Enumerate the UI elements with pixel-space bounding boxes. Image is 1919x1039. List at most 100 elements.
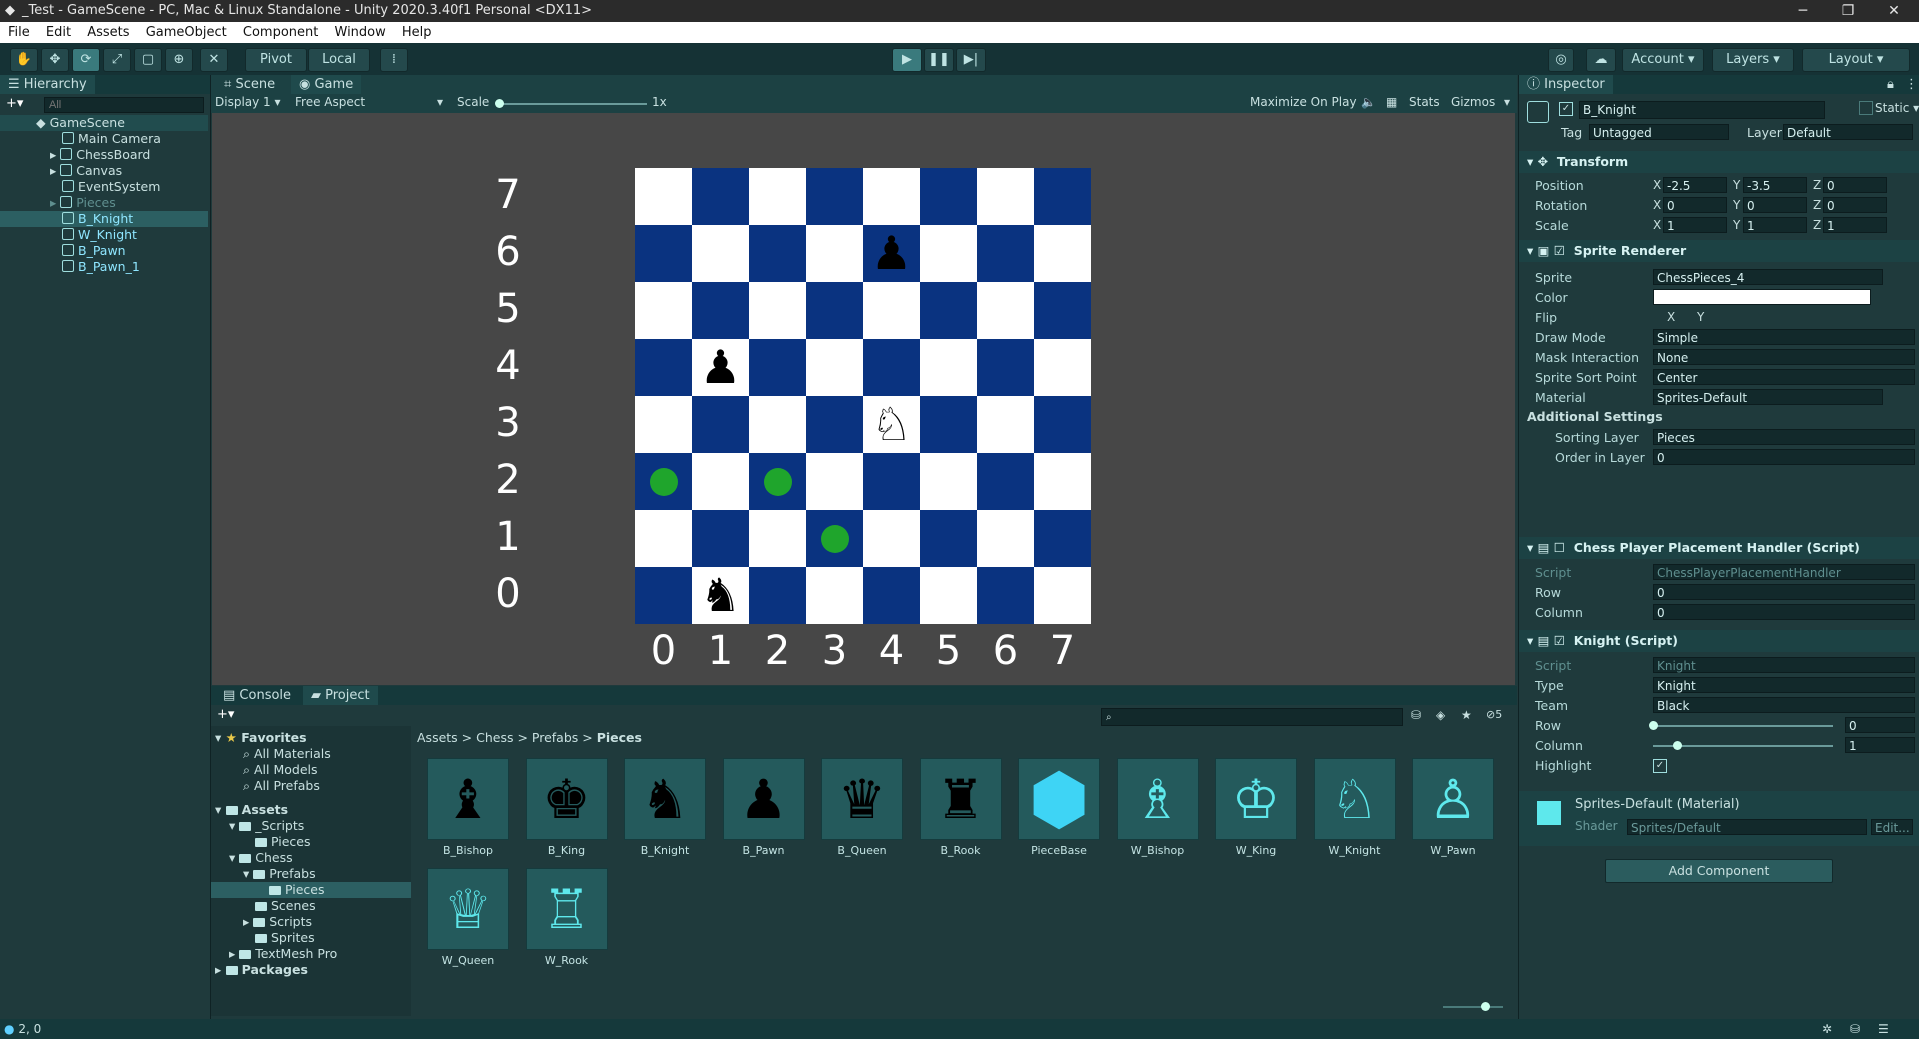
move-highlight-dot[interactable]	[820, 524, 849, 553]
board-square[interactable]	[1034, 339, 1091, 396]
board-square[interactable]	[806, 339, 863, 396]
row-slider-thumb[interactable]	[1649, 721, 1658, 730]
board-square[interactable]	[863, 567, 920, 624]
folder-item[interactable]: ▾ _Scripts	[229, 818, 304, 834]
hierarchy-item[interactable]: B_Pawn	[0, 243, 208, 259]
column-slider-thumb[interactable]	[1673, 741, 1682, 750]
add-icon[interactable]: +▾	[6, 96, 23, 111]
create-icon[interactable]: +▾	[217, 707, 234, 722]
asset-item[interactable]: ♙ W_Pawn	[1408, 758, 1498, 857]
board-square[interactable]	[806, 168, 863, 225]
folder-item[interactable]: Sprites	[255, 930, 315, 946]
custom-tool-icon[interactable]: ✕	[200, 48, 228, 72]
debug-icon[interactable]: ✲	[1822, 1019, 1832, 1039]
board-square[interactable]	[806, 567, 863, 624]
assets-root[interactable]: ▾ Assets	[215, 802, 288, 818]
asset-item[interactable]: ♘ W_Knight	[1310, 758, 1400, 857]
step-button[interactable]: ▶|	[956, 48, 986, 72]
board-square[interactable]	[749, 225, 806, 282]
board-square[interactable]	[977, 168, 1034, 225]
board-square[interactable]	[977, 510, 1034, 567]
sprite-field[interactable]: ChessPieces_4	[1653, 269, 1883, 285]
board-square[interactable]	[920, 225, 977, 282]
hand-tool-icon[interactable]: ✋	[10, 48, 38, 72]
asset-item[interactable]: ⬢ PieceBase	[1014, 758, 1104, 857]
zoom-slider-thumb[interactable]	[1481, 1002, 1490, 1011]
favorites-header[interactable]: ▾ ★ Favorites	[215, 730, 307, 746]
board-square[interactable]	[920, 567, 977, 624]
mute-audio-icon[interactable]: 🔈	[1361, 95, 1376, 109]
board-square[interactable]	[920, 282, 977, 339]
rect-tool-icon[interactable]: ▢	[134, 48, 162, 72]
board-square[interactable]	[635, 168, 692, 225]
board-square[interactable]	[920, 396, 977, 453]
move-highlight-dot[interactable]	[763, 467, 792, 496]
game-view[interactable]: 76543210 ♟ ♟ ♘ ♞ 01234567	[212, 113, 1515, 685]
board-square[interactable]	[749, 339, 806, 396]
row-field[interactable]: 0	[1653, 584, 1915, 600]
board-square[interactable]	[692, 396, 749, 453]
board-square[interactable]	[635, 225, 692, 282]
board-square[interactable]	[920, 453, 977, 510]
board-square[interactable]	[692, 510, 749, 567]
menu-component[interactable]: Component	[243, 25, 318, 40]
position-z-field[interactable]: 0	[1823, 177, 1887, 193]
gizmos-toggle[interactable]: Gizmos	[1451, 95, 1495, 109]
asset-item[interactable]: ♗ W_Bishop	[1113, 758, 1203, 857]
object-name-field[interactable]: B_Knight	[1579, 101, 1825, 119]
script-field[interactable]: ChessPlayerPlacementHandler	[1653, 564, 1915, 580]
highlight-checkbox[interactable]: ✓	[1653, 759, 1667, 773]
tab-scene[interactable]: ⌗ Scene	[216, 75, 283, 94]
scale-slider-thumb[interactable]	[495, 99, 504, 108]
board-square[interactable]	[806, 396, 863, 453]
zoom-slider[interactable]	[1443, 1006, 1503, 1008]
display-dropdown[interactable]: Display 1 ▾	[215, 95, 281, 109]
minimize-icon[interactable]: ─	[1781, 0, 1825, 22]
folder-item[interactable]: Pieces	[255, 834, 311, 850]
hierarchy-item-selected[interactable]: B_Knight	[0, 211, 208, 227]
hidden-count[interactable]: ⊘5	[1486, 708, 1502, 721]
add-component-button[interactable]: Add Component	[1605, 859, 1833, 883]
static-label[interactable]: Static ▾	[1875, 101, 1919, 115]
project-search-input[interactable]: ⌕	[1101, 708, 1403, 726]
board-square[interactable]	[920, 510, 977, 567]
cloud-icon[interactable]: ☁	[1586, 48, 1616, 72]
asset-item[interactable]: ♚ B_King	[522, 758, 612, 857]
hierarchy-item[interactable]: ▸ ChessBoard	[0, 147, 208, 163]
asset-item[interactable]: ♕ W_Queen	[423, 868, 513, 967]
material-field[interactable]: Sprites-Default	[1653, 389, 1883, 405]
board-square[interactable]	[977, 225, 1034, 282]
filter-type-icon[interactable]: ⛁	[1411, 708, 1421, 722]
board-square[interactable]	[749, 168, 806, 225]
color-field[interactable]	[1653, 289, 1871, 305]
local-toggle[interactable]: Local	[308, 48, 370, 72]
menu-edit[interactable]: Edit	[46, 25, 71, 40]
transform-header[interactable]: ▾ ✥ Transform	[1519, 151, 1919, 173]
stats-toggle[interactable]: Stats	[1409, 95, 1440, 109]
menu-help[interactable]: Help	[402, 25, 432, 40]
board-square[interactable]	[863, 339, 920, 396]
rotate-tool-icon[interactable]: ⟳	[72, 48, 100, 72]
menu-assets[interactable]: Assets	[87, 25, 129, 40]
rotation-y-field[interactable]: 0	[1743, 197, 1807, 213]
favorite-item[interactable]: ⌕ All Prefabs	[243, 778, 320, 794]
board-square[interactable]	[1034, 510, 1091, 567]
row-slider[interactable]	[1653, 725, 1833, 727]
board-square[interactable]	[749, 567, 806, 624]
board-square[interactable]	[1034, 396, 1091, 453]
packages-root[interactable]: ▸ Packages	[215, 962, 308, 978]
favorite-star-icon[interactable]: ★	[1461, 708, 1472, 722]
hierarchy-item[interactable]: B_Pawn_1	[0, 259, 208, 275]
additional-settings-foldout[interactable]: Additional Settings	[1527, 409, 1663, 424]
board-square[interactable]	[977, 339, 1034, 396]
board-square[interactable]	[635, 282, 692, 339]
flip-x-checkbox[interactable]: X	[1667, 310, 1675, 324]
menu-icon[interactable]: ⋮	[1905, 75, 1918, 94]
scale-z-field[interactable]: 1	[1823, 217, 1887, 233]
folder-item-selected[interactable]: Pieces	[211, 882, 411, 898]
tab-game[interactable]: ◉ Game	[291, 75, 362, 94]
pivot-toggle[interactable]: Pivot	[245, 48, 307, 72]
menu-window[interactable]: Window	[335, 25, 386, 40]
menu-file[interactable]: File	[8, 25, 30, 40]
folder-item[interactable]: ▸ TextMesh Pro	[229, 946, 337, 962]
